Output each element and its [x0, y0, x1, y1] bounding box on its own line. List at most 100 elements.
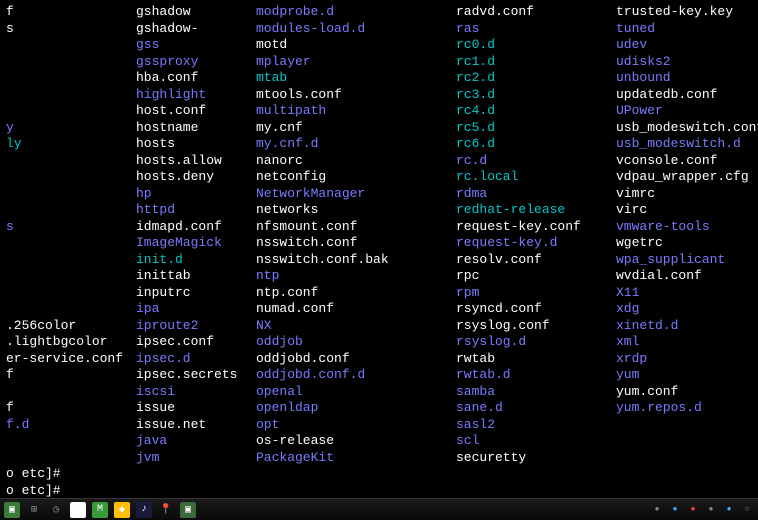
ls-entry: multipath — [256, 103, 456, 120]
ls-entry: ntp.conf — [256, 285, 456, 302]
ls-entry: udev — [616, 37, 758, 54]
ls-entry: os-release — [256, 433, 456, 450]
ls-entry: rc3.d — [456, 87, 616, 104]
ls-column-5: trusted-key.keytunedudevudisks2unboundup… — [616, 4, 758, 466]
terminal-icon[interactable]: ▣ — [180, 502, 196, 518]
tray-icon-2[interactable]: ● — [668, 503, 682, 517]
terminal-output[interactable]: fs yly s .256color.lightbgcolorer-servic… — [0, 0, 758, 498]
ls-entry — [6, 235, 136, 252]
ls-entry: hosts.allow — [136, 153, 256, 170]
ls-entry: inittab — [136, 268, 256, 285]
music-icon[interactable]: ♪ — [136, 502, 152, 518]
ls-entry: rpc — [456, 268, 616, 285]
ls-entry: hostname — [136, 120, 256, 137]
ls-entry: ras — [456, 21, 616, 38]
ls-entry: vconsole.conf — [616, 153, 758, 170]
ls-entry: ntp — [256, 268, 456, 285]
ls-entry: scl — [456, 433, 616, 450]
ls-entry: s — [6, 219, 136, 236]
applications-menu[interactable]: ▣ — [4, 502, 20, 518]
ls-column-4: radvd.confrasrc0.drc1.drc2.drc3.drc4.drc… — [456, 4, 616, 466]
tray-icon-3[interactable]: ● — [686, 503, 700, 517]
ls-entry: my.cnf.d — [256, 136, 456, 153]
ls-entry: rsyncd.conf — [456, 301, 616, 318]
ls-entry: virc — [616, 202, 758, 219]
ls-entry: nsswitch.conf.bak — [256, 252, 456, 269]
ls-entry: PackageKit — [256, 450, 456, 467]
pin-icon[interactable]: 📍 — [158, 502, 174, 518]
ls-entry: vimrc — [616, 186, 758, 203]
ls-entry: s — [6, 21, 136, 38]
ls-listing-columns: fs yly s .256color.lightbgcolorer-servic… — [6, 4, 752, 466]
ls-entry — [6, 268, 136, 285]
ls-entry: my.cnf — [256, 120, 456, 137]
yellow-icon[interactable]: ◆ — [114, 502, 130, 518]
ls-entry: rc1.d — [456, 54, 616, 71]
ls-entry — [6, 87, 136, 104]
ls-entry: modprobe.d — [256, 4, 456, 21]
ls-entry — [6, 153, 136, 170]
ls-entry: iscsi — [136, 384, 256, 401]
m-icon[interactable]: M — [92, 502, 108, 518]
ls-entry: X11 — [616, 285, 758, 302]
ls-entry: rsyslog.conf — [456, 318, 616, 335]
ls-entry: gshadow- — [136, 21, 256, 38]
ls-entry: rc5.d — [456, 120, 616, 137]
tray-icon-4[interactable]: ● — [704, 503, 718, 517]
ls-entry: oddjobd.conf.d — [256, 367, 456, 384]
ls-entry: motd — [256, 37, 456, 54]
ls-entry: xdg — [616, 301, 758, 318]
ls-entry: host.conf — [136, 103, 256, 120]
ls-entry: nfsmount.conf — [256, 219, 456, 236]
ls-entry: redhat-release — [456, 202, 616, 219]
ls-entry: rc.d — [456, 153, 616, 170]
ls-entry: f.d — [6, 417, 136, 434]
tray-icon-5[interactable]: ● — [722, 503, 736, 517]
ls-entry: f — [6, 367, 136, 384]
ls-entry: idmapd.conf — [136, 219, 256, 236]
ls-entry: xinetd.d — [616, 318, 758, 335]
ls-entry: ImageMagick — [136, 235, 256, 252]
ls-entry — [6, 37, 136, 54]
ls-entry: usb_modeswitch.conf — [616, 120, 758, 137]
ls-entry — [6, 301, 136, 318]
tray-icon-1[interactable]: ● — [650, 503, 664, 517]
ls-entry: rc.local — [456, 169, 616, 186]
ls-entry: xrdp — [616, 351, 758, 368]
ls-entry: resolv.conf — [456, 252, 616, 269]
ls-entry: iproute2 — [136, 318, 256, 335]
ls-entry: rc0.d — [456, 37, 616, 54]
ls-entry: rc4.d — [456, 103, 616, 120]
ls-entry: y — [6, 120, 136, 137]
chrome-icon[interactable]: ◉ — [70, 502, 86, 518]
tray-icon-6[interactable]: ○ — [740, 503, 754, 517]
ls-entry: rc2.d — [456, 70, 616, 87]
shell-prompt: o etc]# — [6, 466, 752, 483]
ls-entry: netconfig — [256, 169, 456, 186]
ls-entry: radvd.conf — [456, 4, 616, 21]
ls-entry: wgetrc — [616, 235, 758, 252]
ls-entry: ipsec.secrets — [136, 367, 256, 384]
ls-entry: httpd — [136, 202, 256, 219]
window-list-icon[interactable]: ⊞ — [26, 502, 42, 518]
taskbar: ▣ ⊞ ◷ ◉ M ◆ ♪ 📍 ▣ ● ● ● ● ● ○ — [0, 498, 758, 520]
clock-icon[interactable]: ◷ — [48, 502, 64, 518]
ls-entry: rc6.d — [456, 136, 616, 153]
ls-entry: vdpau_wrapper.cfg — [616, 169, 758, 186]
shell-prompt: o etc]# — [6, 483, 752, 499]
ls-entry: gssproxy — [136, 54, 256, 71]
ls-entry: issue.net — [136, 417, 256, 434]
ls-entry: issue — [136, 400, 256, 417]
ls-entry: wpa_supplicant — [616, 252, 758, 269]
ls-entry: rwtab — [456, 351, 616, 368]
ls-entry: ipsec.conf — [136, 334, 256, 351]
ls-entry: mtools.conf — [256, 87, 456, 104]
system-tray: ● ● ● ● ● ○ — [650, 503, 754, 517]
ls-entry — [6, 384, 136, 401]
ls-entry: ly — [6, 136, 136, 153]
ls-entry: sasl2 — [456, 417, 616, 434]
ls-entry: gss — [136, 37, 256, 54]
ls-entry: java — [136, 433, 256, 450]
ls-entry: ipsec.d — [136, 351, 256, 368]
ls-entry: .256color — [6, 318, 136, 335]
